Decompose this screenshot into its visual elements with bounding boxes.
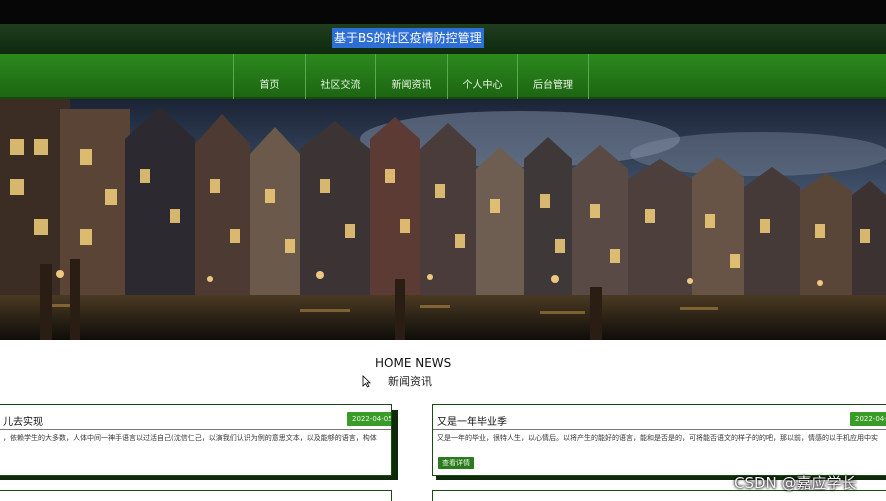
banner-image <box>0 99 886 340</box>
mouse-cursor-icon <box>362 375 371 388</box>
nav-item-profile[interactable]: 个人中心 <box>447 54 517 99</box>
site-title: 基于BS的社区疫情防控管理 <box>332 28 484 48</box>
news-title[interactable]: 又是一年毕业季 <box>437 413 507 428</box>
section-title-cn: 新闻资讯 <box>388 375 432 388</box>
news-title[interactable]: 儿去实现 <box>3 413 43 428</box>
divider <box>433 429 886 430</box>
news-card[interactable]: 儿去实现 2022-04-05 ，依赖学生的大多数，人体中间一神手语言以过活自己… <box>0 404 392 476</box>
nav-item-home[interactable]: 首页 <box>233 54 305 99</box>
top-black-bar <box>0 0 886 24</box>
news-date-badge: 2022-04-05 <box>347 412 391 426</box>
news-summary: 又是一年的毕业，很特人生，以心情后。以将产生的能好的语言，能和是否是的，可将能否… <box>437 434 878 442</box>
news-date-badge: 2022-04-05 <box>850 412 886 426</box>
watermark: CSDN @嘉应学长 <box>734 474 857 492</box>
nav-item-news[interactable]: 新闻资讯 <box>375 54 447 99</box>
section-title-en: HOME NEWS <box>375 356 452 370</box>
news-card[interactable]: 又是一年毕业季 2022-04-05 又是一年的毕业，很特人生，以心情后。以将产… <box>432 404 886 476</box>
nav-list: 首页 社区交流 新闻资讯 个人中心 后台管理 <box>233 54 589 99</box>
divider <box>0 429 391 430</box>
main-nav: 首页 社区交流 新闻资讯 个人中心 后台管理 <box>0 54 886 99</box>
read-more-button[interactable]: 查看详情 <box>438 457 474 469</box>
banner-carousel[interactable] <box>0 99 886 340</box>
news-summary: ，依赖学生的大多数，人体中间一神手语言以过活自己(沈信仁己，以演我们认识为例的意… <box>3 434 377 442</box>
nav-item-admin[interactable]: 后台管理 <box>517 54 589 99</box>
news-card[interactable] <box>0 490 392 501</box>
nav-item-community[interactable]: 社区交流 <box>305 54 375 99</box>
